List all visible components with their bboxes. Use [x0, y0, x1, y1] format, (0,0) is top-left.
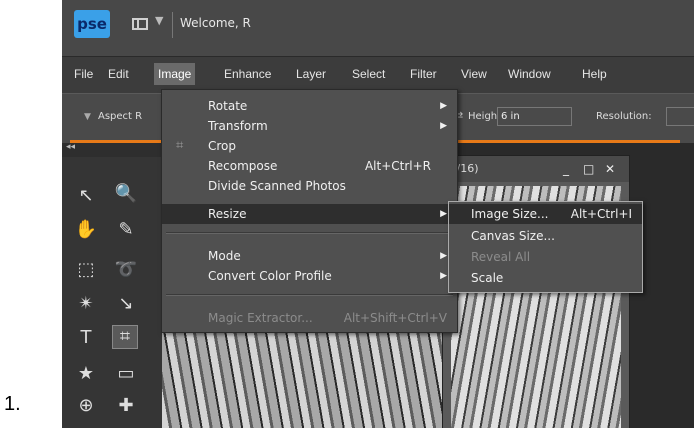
layout-dropdown-icon[interactable]: ▼	[155, 14, 163, 27]
cookie-cutter-tool-icon[interactable]: ★	[74, 363, 98, 385]
maximize-icon[interactable]: □	[583, 156, 594, 182]
menu-item-image-size[interactable]: Image Size... Alt+Ctrl+I	[449, 204, 642, 224]
menu-window[interactable]: Window	[508, 67, 551, 81]
submenu-arrow-icon: ▶	[440, 251, 447, 261]
menu-item-label: Image Size...	[471, 207, 549, 221]
lasso-tool-icon[interactable]: ➰	[114, 259, 138, 281]
menu-image[interactable]: Image	[154, 63, 196, 85]
move-tool-icon[interactable]: ↖	[74, 185, 98, 207]
menu-item-resize[interactable]: Resize ▶	[162, 204, 457, 224]
zoom-tool-icon[interactable]: 🔍	[114, 183, 138, 205]
menu-item-convert-color-profile[interactable]: Convert Color Profile ▶	[162, 266, 457, 286]
menu-item-label: Transform	[208, 119, 268, 133]
eyedropper-tool-icon[interactable]: ✎	[114, 219, 138, 241]
submenu-arrow-icon: ▶	[440, 121, 447, 131]
menu-item-scale[interactable]: Scale	[449, 268, 642, 288]
menu-item-label: Convert Color Profile	[208, 269, 332, 283]
menu-item-label: Canvas Size...	[471, 229, 555, 243]
menu-layer[interactable]: Layer	[296, 67, 326, 81]
menu-item-label: Mode	[208, 249, 241, 263]
menu-item-magic-extractor: Magic Extractor... Alt+Shift+Ctrl+V	[162, 308, 457, 328]
healing-brush-tool-icon[interactable]: ✚	[114, 395, 138, 417]
resize-submenu: Image Size... Alt+Ctrl+I Canvas Size... …	[448, 201, 643, 293]
menu-item-canvas-size[interactable]: Canvas Size...	[449, 226, 642, 246]
menu-item-label: Recompose	[208, 159, 278, 173]
resolution-label: Resolution:	[596, 111, 652, 122]
height-input[interactable]: 6 in	[497, 107, 572, 126]
red-eye-tool-icon[interactable]: ⊕	[74, 395, 98, 417]
menu-separator	[166, 294, 453, 296]
document-title-bar[interactable]: B/16) _ □ ✕	[443, 156, 629, 182]
menu-item-label: Crop	[208, 139, 237, 153]
menu-item-transform[interactable]: Transform ▶	[162, 116, 457, 136]
menu-item-label: Scale	[471, 271, 504, 285]
menu-item-shortcut: Alt+Ctrl+R	[364, 159, 431, 173]
menu-item-label: Reveal All	[471, 250, 531, 264]
selection-brush-tool-icon[interactable]: ↘	[114, 293, 138, 315]
aspect-dropdown-icon[interactable]: ▼	[84, 112, 91, 122]
submenu-arrow-icon: ▶	[440, 209, 447, 219]
menu-item-label: Rotate	[208, 99, 248, 113]
menu-item-label: Resize	[208, 207, 247, 221]
menu-item-reveal-all: Reveal All	[449, 247, 642, 267]
menu-item-shortcut: Alt+Ctrl+I	[570, 207, 632, 221]
pse-logo: pse	[74, 10, 110, 38]
menu-select[interactable]: Select	[352, 67, 385, 81]
submenu-arrow-icon: ▶	[440, 271, 447, 281]
menu-file[interactable]: File	[74, 67, 93, 81]
menu-edit[interactable]: Edit	[108, 67, 129, 81]
menu-item-label: Divide Scanned Photos	[208, 179, 346, 193]
menu-enhance[interactable]: Enhance	[224, 67, 271, 81]
resolution-input[interactable]	[666, 107, 694, 126]
marquee-tool-icon[interactable]: ⬚	[74, 259, 98, 281]
magic-wand-tool-icon[interactable]: ✴	[74, 293, 98, 315]
title-bar: pse ▼ Welcome, R	[62, 0, 694, 57]
menu-help[interactable]: Help	[582, 67, 607, 81]
photoshop-elements-window: pse ▼ Welcome, R File Edit Enhance Layer…	[62, 0, 694, 428]
menu-item-shortcut: Alt+Shift+Ctrl+V	[343, 311, 447, 325]
close-icon[interactable]: ✕	[605, 156, 615, 182]
crop-tool-icon[interactable]: ⌗	[112, 325, 138, 349]
menu-filter[interactable]: Filter	[410, 67, 437, 81]
menu-view[interactable]: View	[461, 67, 487, 81]
crop-icon: ⌗	[176, 138, 184, 153]
menu-item-label: Magic Extractor...	[208, 311, 313, 325]
welcome-text: Welcome, R	[180, 16, 251, 30]
menu-item-crop[interactable]: ⌗ Crop	[162, 136, 457, 156]
panel-collapse-strip[interactable]: ◂◂	[62, 142, 162, 157]
menu-item-mode[interactable]: Mode ▶	[162, 246, 457, 266]
list-number: 1.	[4, 393, 21, 415]
toolbox: ↖ 🔍 ✋ ✎ ⬚ ➰ ✴ ↘ T ⌗ ★ ▭ ⊕ ✚	[62, 157, 162, 428]
hand-tool-icon[interactable]: ✋	[74, 219, 98, 241]
image-menu: Rotate ▶ Transform ▶ ⌗ Crop Recompose Al…	[161, 89, 458, 333]
collapse-icon[interactable]: ◂◂	[66, 142, 75, 152]
menu-item-divide-scanned-photos[interactable]: Divide Scanned Photos	[162, 176, 457, 196]
straighten-tool-icon[interactable]: ▭	[114, 363, 138, 385]
minimize-icon[interactable]: _	[563, 156, 569, 182]
menu-item-recompose[interactable]: Recompose Alt+Ctrl+R	[162, 156, 457, 176]
type-tool-icon[interactable]: T	[74, 327, 98, 349]
menu-separator	[166, 232, 453, 234]
title-separator	[172, 12, 173, 38]
submenu-arrow-icon: ▶	[440, 101, 447, 111]
aspect-ratio-label[interactable]: Aspect R	[98, 111, 142, 122]
layout-icon[interactable]	[132, 18, 148, 30]
menu-item-rotate[interactable]: Rotate ▶	[162, 96, 457, 116]
